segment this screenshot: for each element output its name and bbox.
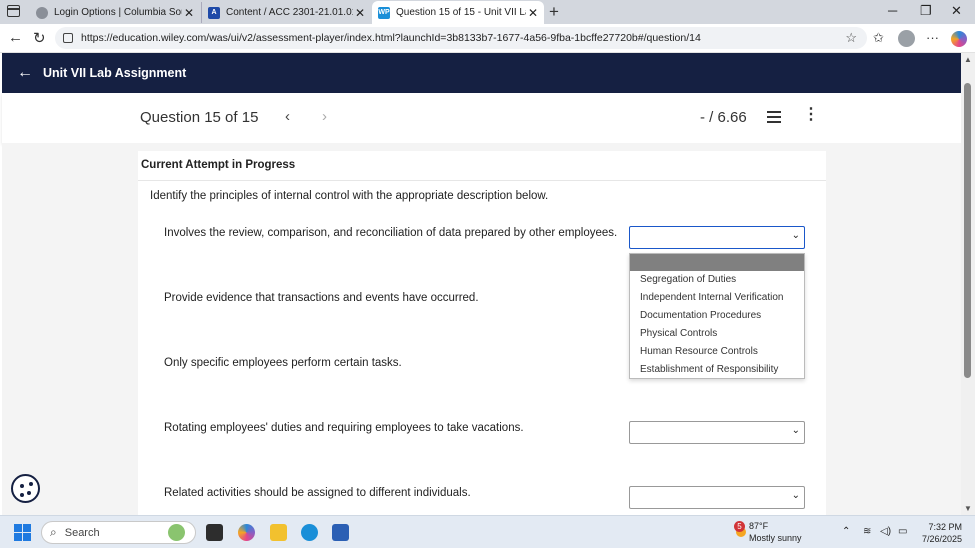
assignment-title: Unit VII Lab Assignment bbox=[43, 66, 187, 80]
dropdown-option[interactable]: Documentation Procedures bbox=[630, 307, 804, 325]
dropdown-option[interactable]: Establishment of Responsibility bbox=[630, 361, 804, 379]
file-explorer-icon[interactable] bbox=[270, 524, 287, 541]
chevron-down-icon: ⌄ bbox=[791, 490, 800, 501]
scroll-up-icon[interactable]: ▲ bbox=[964, 55, 972, 64]
battery-icon[interactable]: ▭ bbox=[898, 526, 907, 537]
question-navigation-bar: Question 15 of 15 ‹ › - / 6.66 ⋮ bbox=[2, 93, 961, 143]
item-description-2: Provide evidence that transactions and e… bbox=[164, 292, 479, 304]
answer-select-1[interactable]: ⌄ bbox=[629, 226, 805, 249]
chevron-down-icon: ⌄ bbox=[791, 425, 800, 436]
address-bar[interactable]: https://education.wiley.com/was/ui/v2/as… bbox=[55, 27, 867, 49]
item-description-3: Only specific employees perform certain … bbox=[164, 357, 402, 369]
dropdown-option[interactable]: Segregation of Duties bbox=[630, 271, 804, 289]
windows-taskbar: ⌕ Search 5 87°F Mostly sunny ⌃ ≋ ◁) ▭ 7:… bbox=[0, 515, 975, 548]
dropdown-option[interactable]: Human Resource Controls bbox=[630, 343, 804, 361]
divider bbox=[138, 180, 826, 181]
minimize-icon[interactable]: ─ bbox=[888, 3, 897, 18]
new-tab-icon[interactable]: + bbox=[549, 2, 559, 22]
clock-time: 7:32 PM bbox=[928, 522, 962, 532]
chevron-up-icon[interactable]: ⌃ bbox=[842, 526, 850, 537]
question-instruction: Identify the principles of internal cont… bbox=[150, 190, 549, 202]
close-window-icon[interactable]: ✕ bbox=[951, 3, 962, 19]
close-tab-icon[interactable]: ✕ bbox=[353, 6, 367, 20]
close-tab-icon[interactable]: ✕ bbox=[182, 6, 196, 20]
browser-tab-strip: Login Options | Columbia Southe ✕ A Cont… bbox=[0, 0, 975, 24]
notification-badge: 5 bbox=[734, 521, 745, 532]
cookie-icon[interactable] bbox=[11, 474, 40, 503]
close-tab-icon[interactable]: ✕ bbox=[526, 6, 540, 20]
answer-dropdown-menu[interactable]: Segregation of Duties Independent Intern… bbox=[629, 253, 805, 379]
favorites-icon[interactable]: ✩ bbox=[873, 30, 884, 46]
wifi-icon[interactable]: ≋ bbox=[863, 526, 871, 537]
tab-title: Question 15 of 15 - Unit VII Lab A bbox=[396, 7, 526, 18]
dropdown-highlighted-empty-option[interactable] bbox=[630, 254, 804, 271]
temperature: 87°F bbox=[749, 521, 769, 531]
address-toolbar: ← ↻ https://education.wiley.com/was/ui/v… bbox=[0, 24, 975, 53]
restore-icon[interactable]: ❐ bbox=[920, 3, 932, 19]
more-vertical-icon[interactable]: ⋮ bbox=[803, 107, 819, 123]
browser-tab-login[interactable]: Login Options | Columbia Southe ✕ bbox=[30, 2, 200, 23]
chevron-down-icon: ⌄ bbox=[791, 230, 800, 241]
item-description-1: Involves the review, comparison, and rec… bbox=[164, 227, 618, 239]
system-clock[interactable]: 7:32 PM 7/26/2025 bbox=[918, 521, 962, 545]
next-question-icon[interactable]: › bbox=[322, 108, 327, 125]
answer-select-5[interactable]: ⌄ bbox=[629, 486, 805, 509]
clock-date: 7/26/2025 bbox=[921, 534, 962, 544]
tab-title: Login Options | Columbia Southe bbox=[54, 7, 182, 18]
shield-icon bbox=[36, 6, 48, 19]
browser-tab-content[interactable]: A Content / ACC 2301-21.01.01-182 ✕ bbox=[201, 2, 371, 23]
browser-tab-question[interactable]: WP Question 15 of 15 - Unit VII Lab A ✕ bbox=[372, 1, 544, 24]
edge-browser-icon[interactable] bbox=[301, 524, 318, 541]
question-panel: Current Attempt in Progress Identify the… bbox=[138, 151, 826, 523]
search-icon: ⌕ bbox=[50, 525, 57, 539]
more-options-icon[interactable]: ··· bbox=[926, 30, 939, 45]
question-list-icon[interactable] bbox=[767, 111, 781, 126]
question-number: Question 15 of 15 bbox=[140, 109, 259, 126]
copilot-icon[interactable] bbox=[951, 31, 967, 47]
back-arrow-icon[interactable]: ← bbox=[8, 29, 23, 46]
wiley-wp-icon: WP bbox=[378, 6, 390, 19]
favorite-star-icon[interactable]: ☆ bbox=[845, 30, 857, 46]
dropdown-option[interactable]: Independent Internal Verification bbox=[630, 289, 804, 307]
scroll-down-icon[interactable]: ▼ bbox=[964, 504, 972, 513]
url-text: https://education.wiley.com/was/ui/v2/as… bbox=[81, 32, 701, 44]
brand-a-icon: A bbox=[208, 6, 220, 19]
volume-icon[interactable]: ◁) bbox=[880, 526, 891, 537]
previous-question-icon[interactable]: ‹ bbox=[285, 108, 290, 125]
lock-icon bbox=[63, 33, 73, 43]
question-score: - / 6.66 bbox=[700, 109, 747, 126]
widget-landscape-icon[interactable] bbox=[168, 524, 185, 541]
answer-select-4[interactable]: ⌄ bbox=[629, 421, 805, 444]
tab-actions-icon[interactable] bbox=[7, 5, 20, 17]
back-arrow-icon[interactable]: ← bbox=[17, 64, 33, 82]
dropdown-option[interactable]: Physical Controls bbox=[630, 325, 804, 343]
word-icon[interactable] bbox=[332, 524, 349, 541]
attempt-status: Current Attempt in Progress bbox=[141, 159, 296, 171]
reload-icon[interactable]: ↻ bbox=[33, 29, 46, 47]
task-view-icon[interactable] bbox=[206, 524, 223, 541]
tab-title: Content / ACC 2301-21.01.01-182 bbox=[226, 7, 353, 18]
weather-condition: Mostly sunny bbox=[749, 533, 802, 543]
profile-avatar[interactable] bbox=[898, 30, 915, 47]
search-placeholder: Search bbox=[64, 526, 100, 539]
item-description-4: Rotating employees' duties and requiring… bbox=[164, 422, 524, 434]
content-area: Current Attempt in Progress Identify the… bbox=[2, 143, 961, 523]
page-scrollbar[interactable]: ▲ ▼ bbox=[961, 53, 975, 515]
item-description-5: Related activities should be assigned to… bbox=[164, 487, 471, 499]
app-header: ← Unit VII Lab Assignment bbox=[2, 53, 961, 93]
copilot-taskbar-icon[interactable] bbox=[238, 524, 255, 541]
windows-start-icon[interactable] bbox=[14, 524, 31, 541]
scroll-thumb[interactable] bbox=[964, 83, 971, 378]
